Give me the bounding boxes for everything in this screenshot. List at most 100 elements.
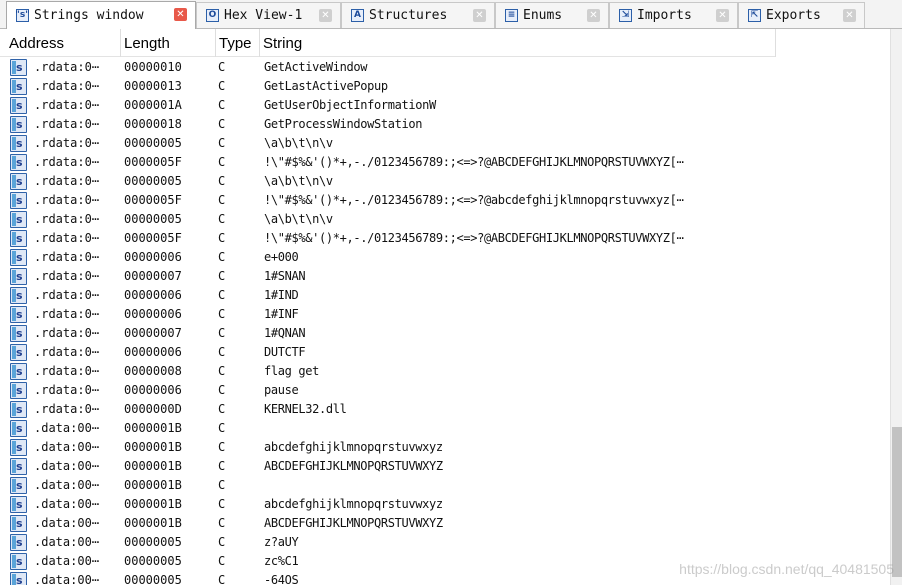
structures-icon: A xyxy=(351,9,364,22)
close-icon[interactable]: ✕ xyxy=(319,9,332,22)
cell-address: .data:00⋯ xyxy=(34,421,100,435)
cell-string: !\"#$%&'()*+,-./0123456789:;<=>?@ABCDEFG… xyxy=(264,155,684,169)
string-type-icon: s xyxy=(10,59,27,76)
string-type-icon: s xyxy=(10,78,27,95)
close-icon[interactable]: ✕ xyxy=(843,9,856,22)
table-row[interactable]: s .rdata:0⋯ 00000006 C 1#IND xyxy=(0,286,776,305)
table-row[interactable]: s .data:00⋯ 0000001B C xyxy=(0,419,776,438)
table-row[interactable]: s .data:00⋯ 00000005 Czc%C1 xyxy=(0,552,776,571)
cell-length: 00000005 xyxy=(124,535,182,549)
table-row[interactable]: s .rdata:0⋯ 00000005 C \a\b\t\n\v xyxy=(0,210,776,229)
tab-hex-view[interactable]: O Hex View-1 ✕ xyxy=(196,2,341,28)
cell-length: 00000006 xyxy=(124,307,182,321)
table-row[interactable]: s .rdata:0⋯ 00000005 C \a\b\t\n\v xyxy=(0,134,776,153)
tab-bar: "s" Strings window ✕ O Hex View-1 ✕ A St… xyxy=(0,0,902,29)
cell-type: C xyxy=(218,516,226,530)
table-row[interactable]: s .data:00⋯ 0000001B C ABCDEFGHIJKLMNOPQRSTU… xyxy=(0,457,776,476)
strings-icon: "s" xyxy=(15,9,30,22)
cell-address: .rdata:0⋯ xyxy=(34,364,100,378)
tab-enums[interactable]: ≡ Enums ✕ xyxy=(495,2,609,28)
cell-type: C xyxy=(218,231,226,245)
cell-string: GetProcessWindowStation xyxy=(264,117,423,131)
cell-type: C xyxy=(218,326,226,340)
cell-type: C xyxy=(218,250,226,264)
table-row[interactable]: s .data:00⋯ 00000005 C -64OS xyxy=(0,571,776,585)
table-row[interactable]: s .rdata:0⋯ 00000006 Cpause xyxy=(0,381,776,400)
table-row[interactable]: s .data:00⋯ 0000001B C ABCDEFGHIJKLMNOPQRSTU… xyxy=(0,514,776,533)
column-header-length[interactable]: Length xyxy=(121,29,216,57)
table-row[interactable]: s .rdata:0⋯ 0000005F C !\"#$%&'()*+,-./0123… xyxy=(0,153,776,172)
table-row[interactable]: s .data:00⋯ 00000005 Cz?aUY xyxy=(0,533,776,552)
cell-type: C xyxy=(218,79,226,93)
tab-imports[interactable]: ⇲ Imports ✕ xyxy=(609,2,738,28)
tab-label: Exports xyxy=(766,8,821,23)
close-icon[interactable]: ✕ xyxy=(587,9,600,22)
cell-length: 00000005 xyxy=(124,174,182,188)
table-row[interactable]: s .rdata:0⋯ 00000007 C 1#QNAN xyxy=(0,324,776,343)
column-header-string[interactable]: String xyxy=(260,29,776,57)
cell-string: flag get xyxy=(264,364,319,378)
string-type-icon: s xyxy=(10,534,27,551)
string-type-icon: s xyxy=(10,458,27,475)
cell-type: C xyxy=(218,478,226,492)
scrollbar-thumb[interactable] xyxy=(892,427,902,577)
table-row[interactable]: s .rdata:0⋯ 00000006 C 1#INF xyxy=(0,305,776,324)
tab-label: Structures xyxy=(369,8,448,23)
cell-string: 1#QNAN xyxy=(264,326,306,340)
cell-type: C xyxy=(218,535,226,549)
table-row[interactable]: s .rdata:0⋯ 0000005F C !\"#$%&'()*+,-./0123… xyxy=(0,229,776,248)
cell-type: C xyxy=(218,497,226,511)
cell-string: 1#SNAN xyxy=(264,269,306,283)
close-icon[interactable]: ✕ xyxy=(174,8,187,21)
string-type-icon: s xyxy=(10,230,27,247)
tab-strings-window[interactable]: "s" Strings window ✕ xyxy=(6,1,196,29)
close-icon[interactable]: ✕ xyxy=(473,9,486,22)
cell-string: ABCDEFGHIJKLMNOPQRSTUVWXYZ xyxy=(264,459,443,473)
table-row[interactable]: s .rdata:0⋯ 00000018 C GetProcessWindowStati… xyxy=(0,115,776,134)
table-row[interactable]: s .rdata:0⋯ 0000001A C GetUserObjectInformat… xyxy=(0,96,776,115)
string-type-icon: s xyxy=(10,363,27,380)
strings-table: Address Length Type String s .rdata:0⋯ 000… xyxy=(0,29,890,585)
table-row[interactable]: s .rdata:0⋯ 00000006 C DUTCTF xyxy=(0,343,776,362)
column-header-type[interactable]: Type xyxy=(216,29,260,57)
string-type-icon: s xyxy=(10,173,27,190)
close-icon[interactable]: ✕ xyxy=(716,9,729,22)
imports-icon: ⇲ xyxy=(619,9,632,22)
cell-address: .rdata:0⋯ xyxy=(34,345,100,359)
cell-length: 00000007 xyxy=(124,326,182,340)
table-row[interactable]: s .data:00⋯ 0000001B Cabcdefghijklmnopqrstu… xyxy=(0,495,776,514)
cell-type: C xyxy=(218,345,226,359)
table-row[interactable]: s .rdata:0⋯ 00000006 Ce+000 xyxy=(0,248,776,267)
cell-length: 00000018 xyxy=(124,117,182,131)
table-row[interactable]: s .rdata:0⋯ 00000008 Cflag get xyxy=(0,362,776,381)
table-row[interactable]: s .data:00⋯ 0000001B Cabcdefghijklmnopqrstu… xyxy=(0,438,776,457)
table-row[interactable]: s .rdata:0⋯ 00000007 C 1#SNAN xyxy=(0,267,776,286)
cell-string: abcdefghijklmnopqrstuvwxyz xyxy=(264,440,443,454)
tab-label: Imports xyxy=(637,8,692,23)
table-row[interactable]: s .rdata:0⋯ 0000000D C KERNEL32.dll xyxy=(0,400,776,419)
cell-address: .rdata:0⋯ xyxy=(34,269,100,283)
string-type-icon: s xyxy=(10,97,27,114)
table-row[interactable]: s .rdata:0⋯ 00000013 C GetLastActivePopup xyxy=(0,77,776,96)
table-row[interactable]: s .data:00⋯ 0000001B C xyxy=(0,476,776,495)
tab-structures[interactable]: A Structures ✕ xyxy=(341,2,495,28)
vertical-scrollbar[interactable] xyxy=(890,29,902,585)
tab-exports[interactable]: ⇱ Exports ✕ xyxy=(738,2,865,28)
cell-type: C xyxy=(218,117,226,131)
cell-address: .data:00⋯ xyxy=(34,535,100,549)
cell-string xyxy=(264,419,769,438)
cell-string: z?aUY xyxy=(264,535,299,549)
table-row[interactable]: s .rdata:0⋯ 0000005F C !\"#$%&'()*+,-./0123… xyxy=(0,191,776,210)
cell-type: C xyxy=(218,573,226,585)
cell-type: C xyxy=(218,288,226,302)
column-header-address[interactable]: Address xyxy=(6,29,121,57)
cell-type: C xyxy=(218,364,226,378)
cell-length: 00000006 xyxy=(124,383,182,397)
cell-type: C xyxy=(218,174,226,188)
table-row[interactable]: s .rdata:0⋯ 00000010 C GetActiveWindow xyxy=(0,58,776,77)
string-type-icon: s xyxy=(10,154,27,171)
table-row[interactable]: s .rdata:0⋯ 00000005 C \a\b\t\n\v xyxy=(0,172,776,191)
cell-type: C xyxy=(218,193,226,207)
cell-length: 00000005 xyxy=(124,554,182,568)
cell-address: .rdata:0⋯ xyxy=(34,383,100,397)
